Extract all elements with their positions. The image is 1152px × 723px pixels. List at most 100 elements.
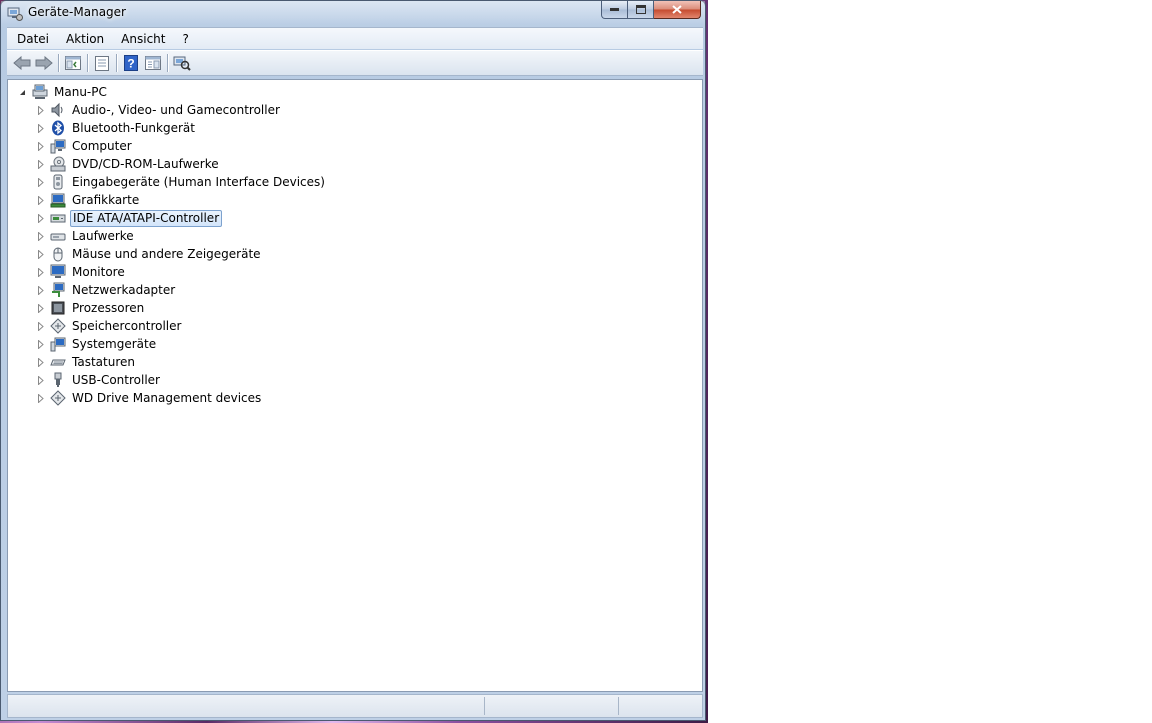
- expand-arrow-icon: [38, 357, 44, 367]
- tree-item-bluetooth[interactable]: Bluetooth-Funkgerät: [36, 119, 327, 137]
- tree-item-label: Monitore: [72, 264, 125, 279]
- usb-icon: [50, 372, 66, 388]
- tree-item-system[interactable]: Systemgeräte: [36, 335, 327, 353]
- expand-arrow-icon: [38, 393, 44, 403]
- expand-arrow-icon: [38, 123, 44, 133]
- maximize-button[interactable]: [628, 1, 654, 19]
- keyboard-icon: [50, 354, 66, 370]
- dvd-drive-icon: [50, 156, 66, 172]
- tree-item-label: Speichercontroller: [72, 318, 182, 333]
- show-hide-console-tree-button[interactable]: [62, 53, 84, 73]
- disk-drive-icon: [50, 228, 66, 244]
- tree-item-audio[interactable]: Audio-, Video- und Gamecontroller: [36, 101, 327, 119]
- minimize-button[interactable]: [601, 1, 628, 19]
- tree-item-monitore[interactable]: Monitore: [36, 263, 327, 281]
- computer-root-icon: [32, 84, 48, 100]
- help-icon: ?: [124, 55, 138, 71]
- window-title: Geräte-Manager: [28, 5, 126, 19]
- scan-hardware-button[interactable]: [171, 53, 193, 73]
- toolbar-separator: [116, 54, 117, 72]
- expand-arrow-icon: [38, 231, 44, 241]
- tree-item-prozessoren[interactable]: Prozessoren: [36, 299, 327, 317]
- expand-arrow-icon: [38, 141, 44, 151]
- close-icon: [672, 5, 682, 14]
- toolbar-separator: [58, 54, 59, 72]
- forward-button[interactable]: [33, 53, 55, 73]
- hid-icon: [50, 174, 66, 190]
- status-divider: [618, 697, 619, 715]
- system-devices-icon: [50, 336, 66, 352]
- expand-arrow-icon: [38, 375, 44, 385]
- device-manager-icon: [7, 7, 23, 21]
- tree-item-ide-selected[interactable]: IDE ATA/ATAPI-Controller: [36, 209, 327, 227]
- monitor-icon: [50, 264, 66, 280]
- tree-item-label: USB-Controller: [72, 372, 160, 387]
- back-button[interactable]: [11, 53, 33, 73]
- svg-text:?: ?: [127, 57, 134, 71]
- tree-item-label: Computer: [72, 138, 132, 153]
- menu-ansicht[interactable]: Ansicht: [114, 32, 172, 46]
- back-icon: [13, 56, 31, 70]
- expand-arrow-icon: [38, 177, 44, 187]
- toolbar-separator: [87, 54, 88, 72]
- expand-arrow-icon: [38, 195, 44, 205]
- tree-item-label: IDE ATA/ATAPI-Controller: [70, 209, 223, 227]
- tree-item-usb[interactable]: USB-Controller: [36, 371, 327, 389]
- root-label: Manu-PC: [54, 84, 107, 99]
- status-divider: [484, 697, 485, 715]
- menu-aktion[interactable]: Aktion: [59, 32, 111, 46]
- network-adapter-icon: [50, 282, 66, 298]
- help-button[interactable]: ?: [120, 53, 142, 73]
- scan-hardware-icon: [173, 56, 191, 71]
- tree-item-netzwerk[interactable]: Netzwerkadapter: [36, 281, 327, 299]
- title-bar[interactable]: Geräte-Manager: [1, 1, 705, 25]
- menu-help[interactable]: ?: [175, 32, 195, 46]
- tree-item-tastaturen[interactable]: Tastaturen: [36, 353, 327, 371]
- expand-arrow-icon: [38, 249, 44, 259]
- tree-item-label: Audio-, Video- und Gamecontroller: [72, 102, 280, 117]
- collapse-arrow-icon: [20, 89, 25, 95]
- computer-icon: [50, 138, 66, 154]
- tree-item-hid[interactable]: Eingabegeräte (Human Interface Devices): [36, 173, 327, 191]
- expand-arrow-icon: [38, 159, 44, 169]
- tree-root[interactable]: Manu-PC: [18, 83, 109, 101]
- storage-controller-icon: [50, 318, 66, 334]
- device-tree[interactable]: Manu-PC Audio-, Video- und Gamecontrolle…: [7, 79, 703, 692]
- show-hide-console-tree-icon: [65, 56, 81, 70]
- tree-item-laufwerke[interactable]: Laufwerke: [36, 227, 327, 245]
- tree-item-label: Laufwerke: [72, 228, 134, 243]
- caption-buttons: [601, 1, 701, 19]
- processor-icon: [50, 300, 66, 316]
- properties-button[interactable]: [91, 53, 113, 73]
- toolbar: ?: [7, 50, 703, 76]
- tree-item-dvd[interactable]: DVD/CD-ROM-Laufwerke: [36, 155, 327, 173]
- tree-item-maeuse[interactable]: Mäuse und andere Zeigegeräte: [36, 245, 327, 263]
- menu-datei[interactable]: Datei: [10, 32, 56, 46]
- expand-arrow-icon: [38, 303, 44, 313]
- expand-arrow-icon: [38, 339, 44, 349]
- tree-item-label: Bluetooth-Funkgerät: [72, 120, 195, 135]
- tree-item-speicher[interactable]: Speichercontroller: [36, 317, 327, 335]
- tree-item-label: Netzwerkadapter: [72, 282, 176, 297]
- tree-item-grafikkarte[interactable]: Grafikkarte: [36, 191, 327, 209]
- tree-item-wd[interactable]: WD Drive Management devices: [36, 389, 327, 407]
- speaker-icon: [50, 102, 66, 118]
- tree-item-label: Tastaturen: [72, 354, 135, 369]
- mouse-icon: [50, 246, 66, 262]
- forward-icon: [35, 56, 53, 70]
- tree-item-computer[interactable]: Computer: [36, 137, 327, 155]
- minimize-icon: [610, 8, 619, 11]
- close-button[interactable]: [654, 1, 701, 19]
- tree-item-label: DVD/CD-ROM-Laufwerke: [72, 156, 219, 171]
- expand-arrow-icon: [38, 105, 44, 115]
- action-pane-button[interactable]: [142, 53, 164, 73]
- expand-arrow-icon: [38, 213, 44, 223]
- properties-icon: [95, 55, 109, 71]
- tree-item-label: Systemgeräte: [72, 336, 157, 351]
- status-bar: [7, 694, 703, 718]
- maximize-icon: [635, 5, 646, 14]
- device-category-list: Audio-, Video- und Gamecontroller Blueto…: [36, 101, 327, 407]
- expand-arrow-icon: [38, 285, 44, 295]
- expand-arrow-icon: [38, 321, 44, 331]
- tree-item-label: Eingabegeräte (Human Interface Devices): [72, 174, 325, 189]
